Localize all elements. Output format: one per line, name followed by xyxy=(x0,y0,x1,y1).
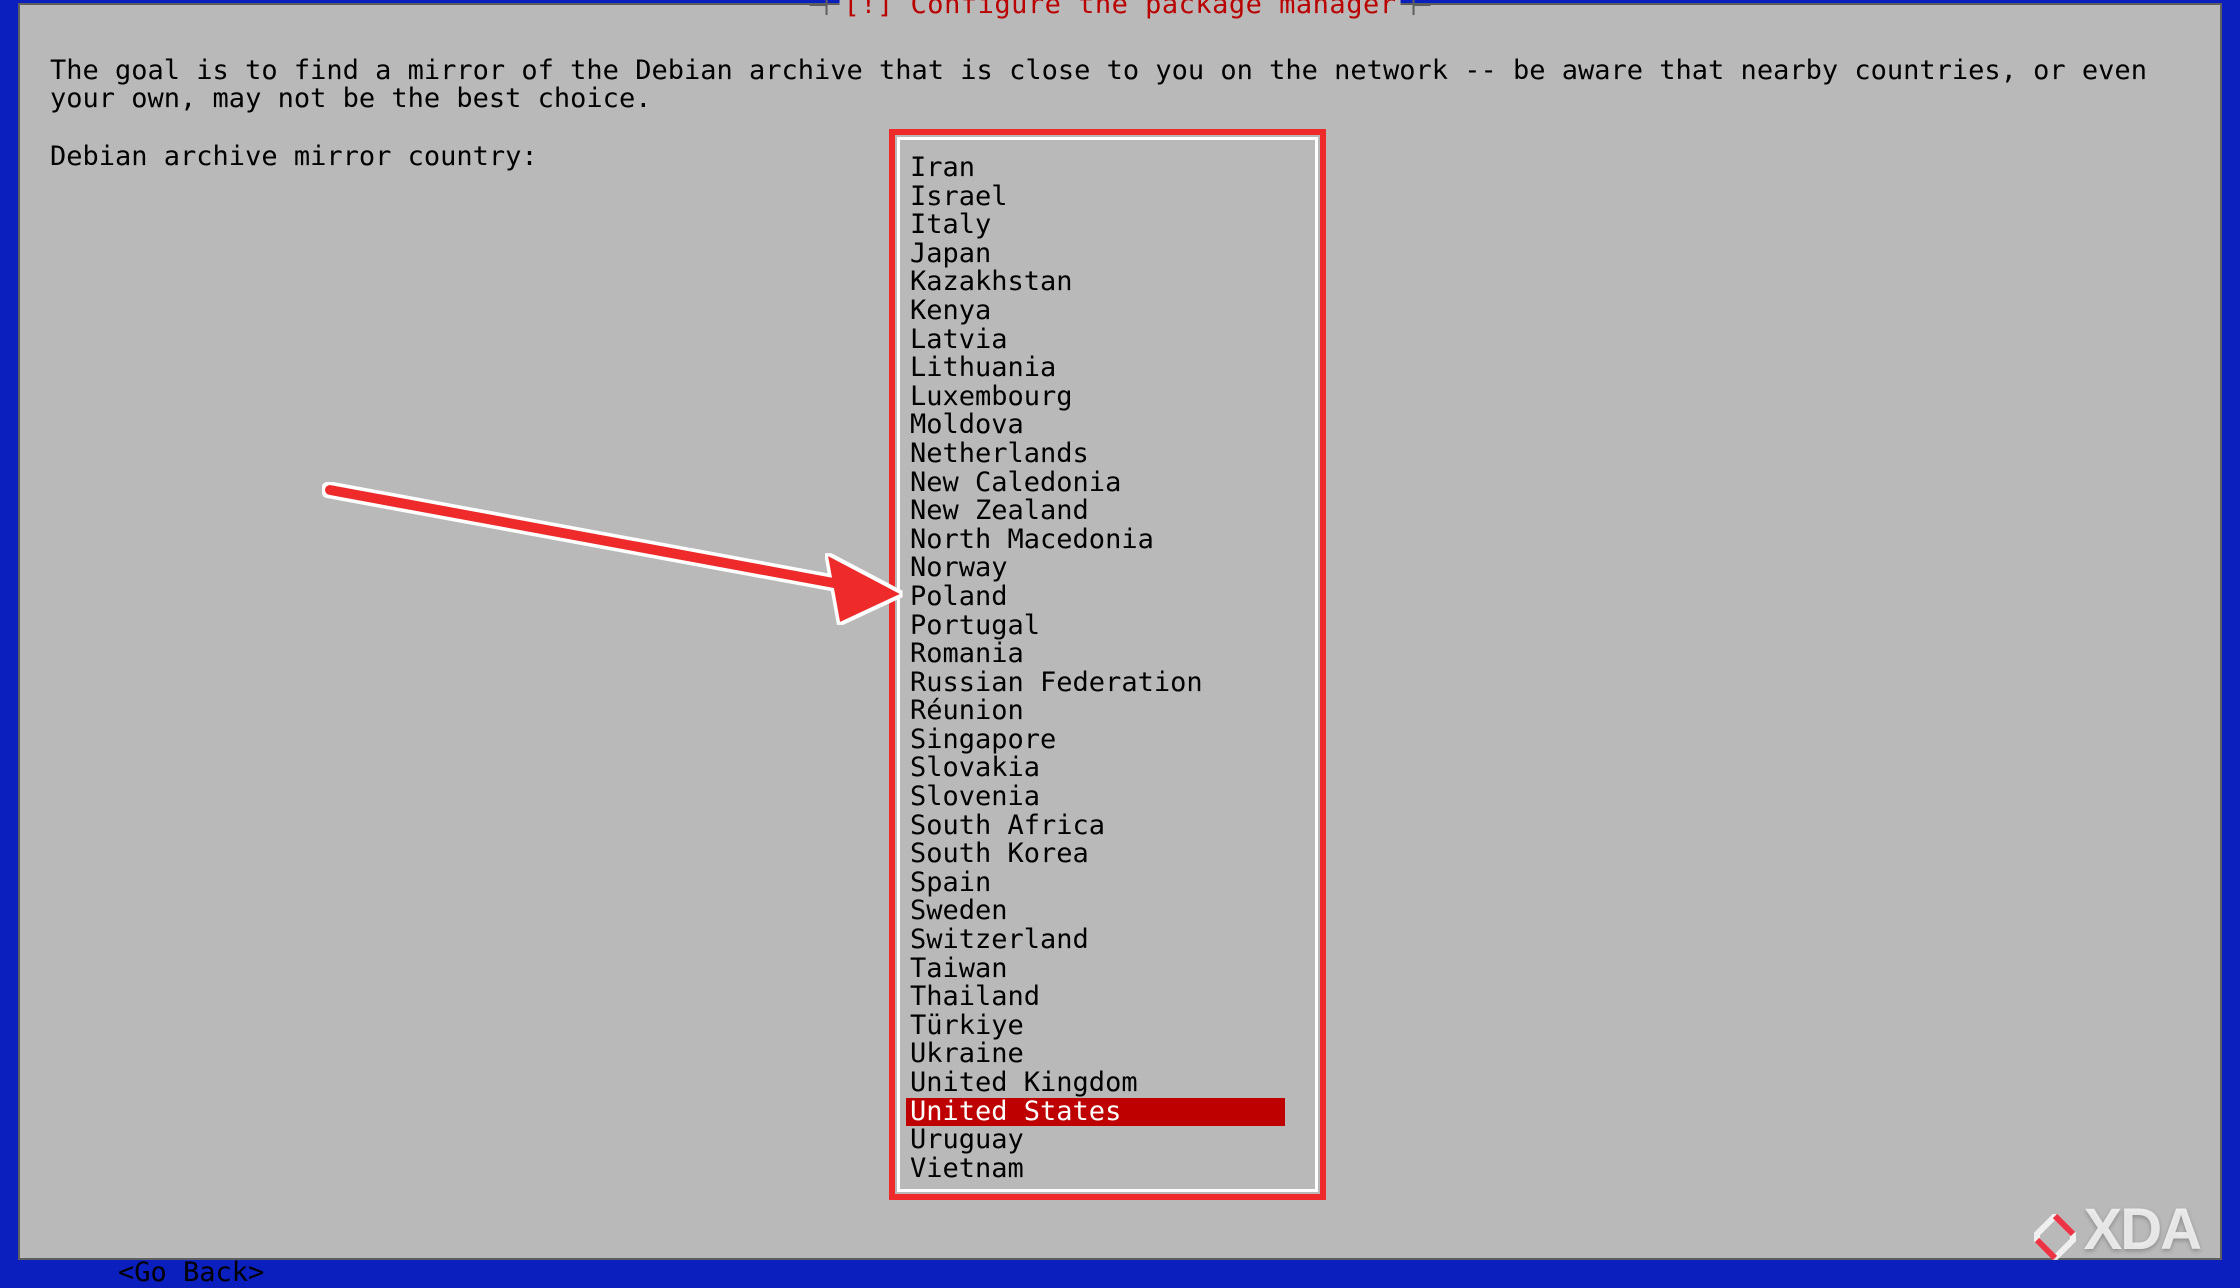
title-decor-right-icon xyxy=(1412,4,1430,6)
description-text: The goal is to find a mirror of the Debi… xyxy=(50,57,2190,113)
country-option[interactable]: Japan xyxy=(910,240,1310,269)
country-option[interactable]: Israel xyxy=(910,183,1310,212)
country-option[interactable]: Singapore xyxy=(910,726,1310,755)
go-back-button[interactable]: <Go Back> xyxy=(118,1259,264,1287)
country-option[interactable]: Switzerland xyxy=(910,926,1310,955)
country-option[interactable]: South Korea xyxy=(910,840,1310,869)
country-option[interactable]: United Kingdom xyxy=(910,1069,1310,1098)
country-option[interactable]: Sweden xyxy=(910,897,1310,926)
country-option[interactable]: Vietnam xyxy=(910,1155,1310,1184)
country-option[interactable]: Türkiye xyxy=(910,1012,1310,1041)
country-option[interactable]: Slovakia xyxy=(910,754,1310,783)
watermark-logo: XDA xyxy=(2032,1196,2200,1263)
country-option[interactable]: New Zealand xyxy=(910,497,1310,526)
country-option[interactable]: North Macedonia xyxy=(910,526,1310,555)
country-option[interactable]: Iran xyxy=(910,154,1310,183)
country-option[interactable]: Portugal xyxy=(910,612,1310,641)
country-option[interactable]: Poland xyxy=(910,583,1310,612)
country-option[interactable]: Latvia xyxy=(910,326,1310,355)
watermark-diamond-icon xyxy=(2032,1207,2078,1253)
country-option[interactable]: Russian Federation xyxy=(910,669,1310,698)
country-option[interactable]: Moldova xyxy=(910,411,1310,440)
country-option[interactable]: Kenya xyxy=(910,297,1310,326)
country-option[interactable]: Lithuania xyxy=(910,354,1310,383)
country-option[interactable]: Slovenia xyxy=(910,783,1310,812)
country-option[interactable]: Norway xyxy=(910,554,1310,583)
dialog-window: [!] Configure the package manager The go… xyxy=(18,3,2222,1260)
country-option[interactable]: United States xyxy=(906,1098,1285,1127)
dialog-title: [!] Configure the package manager xyxy=(840,0,1401,18)
country-option[interactable]: Romania xyxy=(910,640,1310,669)
country-option[interactable]: Luxembourg xyxy=(910,383,1310,412)
prompt-label: Debian archive mirror country: xyxy=(50,143,538,171)
country-option[interactable]: Ukraine xyxy=(910,1040,1310,1069)
country-option[interactable]: New Caledonia xyxy=(910,469,1310,498)
country-option[interactable]: Thailand xyxy=(910,983,1310,1012)
country-option[interactable]: Réunion xyxy=(910,697,1310,726)
country-option[interactable]: Netherlands xyxy=(910,440,1310,469)
country-option[interactable]: Spain xyxy=(910,869,1310,898)
country-listbox[interactable]: IranIsraelItalyJapanKazakhstanKenyaLatvi… xyxy=(910,154,1310,1183)
country-option[interactable]: Uruguay xyxy=(910,1126,1310,1155)
country-option[interactable]: Kazakhstan xyxy=(910,268,1310,297)
dialog-title-bar: [!] Configure the package manager xyxy=(810,0,1431,18)
country-option[interactable]: South Africa xyxy=(910,812,1310,841)
title-decor-left-icon xyxy=(810,4,828,6)
country-option[interactable]: Italy xyxy=(910,211,1310,240)
watermark-text: XDA xyxy=(2084,1196,2200,1263)
country-option[interactable]: Taiwan xyxy=(910,955,1310,984)
